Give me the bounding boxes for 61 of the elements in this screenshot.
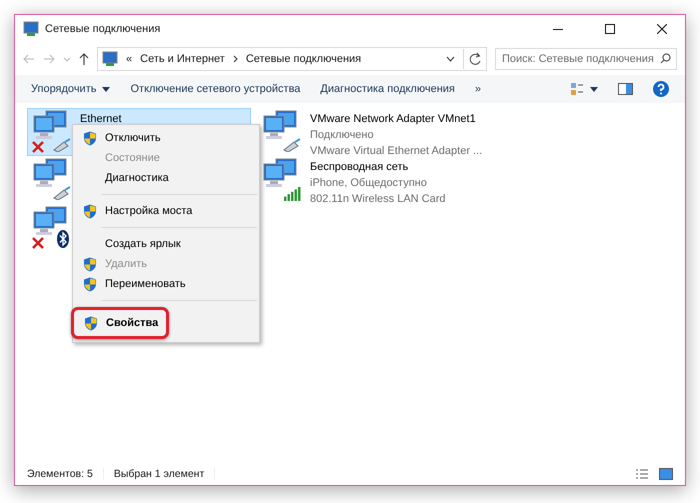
toolbar-button[interactable]: Диагностика подключения (312, 80, 463, 98)
pane-icon (618, 83, 633, 95)
computers-icon (32, 206, 68, 236)
menu-item[interactable]: Создать ярлык (73, 234, 259, 254)
signal-bars-icon (284, 187, 302, 201)
menu-item[interactable]: Диагностика (73, 168, 259, 188)
minimize-icon (553, 28, 563, 30)
chevron-icon (232, 55, 238, 63)
view-icon (570, 82, 584, 96)
maximize-icon (605, 24, 615, 34)
toolbar-button[interactable]: Упорядочить (23, 80, 118, 98)
details-view-icon[interactable] (635, 468, 649, 480)
breadcrumb[interactable]: Сетевые подключения (246, 53, 362, 65)
close-icon (657, 24, 667, 34)
shield-icon (83, 276, 97, 292)
caret-icon (63, 56, 71, 62)
network-adapter[interactable]: VMware Network Adapter VMnet1 Подключено VMware Virtual Ethernet Adapter ... (257, 108, 486, 156)
adapter-status: Подключено (310, 128, 375, 143)
menu-item[interactable]: Переименовать (73, 274, 259, 294)
computers-icon (262, 110, 298, 140)
more-commands-button[interactable]: » (466, 80, 489, 98)
network-icon (23, 21, 39, 37)
menu-item[interactable]: Отключить (73, 128, 259, 148)
tiles-view-icon[interactable] (659, 468, 673, 480)
shield-icon (83, 256, 97, 272)
adapter-name: Ethernet (80, 112, 122, 127)
network-adapter[interactable]: Беспроводная сеть iPhone, Общедоступно 802.11n Wireless LAN Card (257, 156, 449, 204)
computers-icon (32, 110, 68, 140)
dropdown-caret-icon[interactable] (446, 56, 455, 62)
shield-icon (83, 204, 97, 218)
computers-icon (262, 158, 298, 188)
shield-icon (84, 316, 98, 330)
forward-arrow-icon (43, 54, 55, 64)
back-arrow-icon (23, 54, 35, 64)
computers-icon (32, 158, 68, 188)
up-arrow-icon (79, 53, 89, 65)
search-field[interactable]: Поиск: Сетевые подключения (495, 48, 677, 70)
cable-plug-icon (52, 186, 72, 200)
breadcrumb-overflow[interactable]: « (126, 53, 132, 65)
shield-icon (83, 130, 97, 146)
caret-icon (590, 86, 598, 92)
cable-plug-icon (52, 138, 72, 152)
up-button[interactable] (79, 53, 89, 65)
menu-item[interactable]: Настройка моста (73, 201, 259, 221)
address-bar[interactable]: « Сеть и Интернет Сетевые подключения (97, 47, 487, 71)
item-count: Элементов: 5 (27, 468, 104, 480)
network-icon (102, 51, 118, 67)
adapter-name: Беспроводная сеть (310, 160, 410, 175)
menu-item[interactable]: Свойства (71, 307, 169, 339)
breadcrumb[interactable]: Сеть и Интернет (140, 53, 225, 65)
search-icon (660, 53, 671, 64)
help-icon (653, 81, 669, 97)
adapter-status: iPhone, Общедоступно (310, 176, 428, 191)
window-title: Сетевые подключения (45, 23, 162, 35)
adapter-device: 802.11n Wireless LAN Card (310, 192, 446, 207)
adapter-name: VMware Network Adapter VMnet1 (310, 112, 477, 127)
selection-count: Выбран 1 элемент (114, 468, 216, 480)
adapter-device: VMware Virtual Ethernet Adapter ... (310, 144, 482, 159)
bluetooth-icon (57, 230, 69, 248)
toolbar-button[interactable]: Отключение сетевого устройства (122, 80, 308, 98)
cable-plug-icon (282, 138, 302, 152)
